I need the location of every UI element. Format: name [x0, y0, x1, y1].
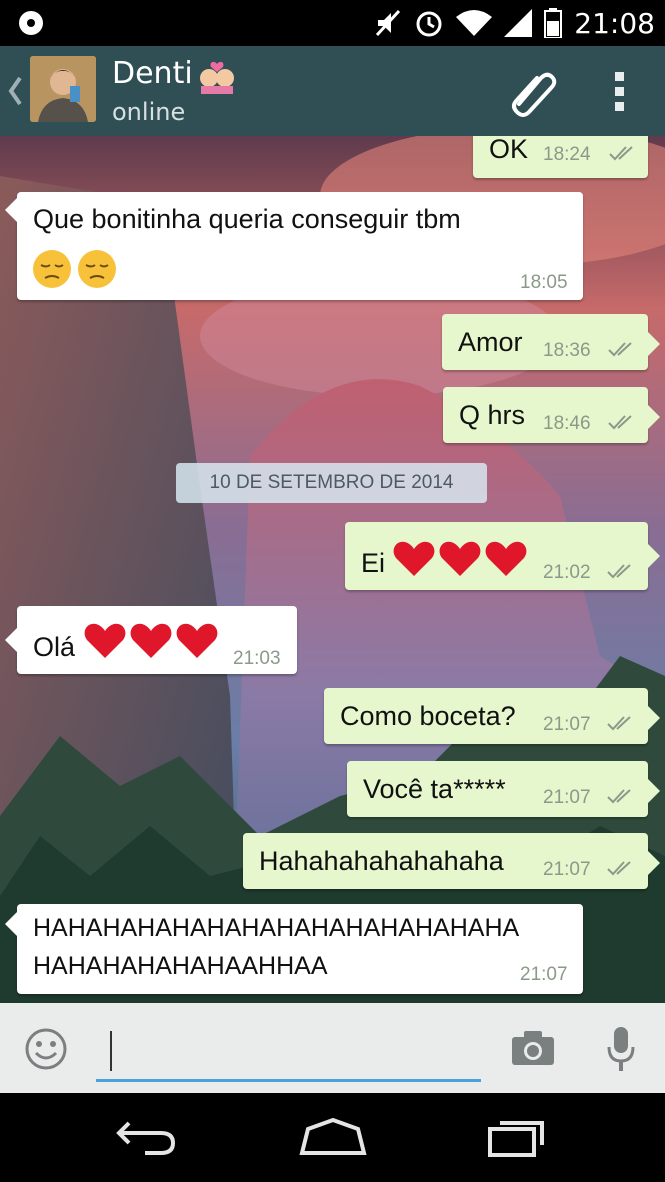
bubble-tail: [5, 912, 17, 936]
bubble-tail: [648, 544, 660, 568]
message-outgoing[interactable]: OK 18:24: [473, 136, 648, 178]
bubble-tail: [648, 779, 660, 803]
vibrate-off-icon: [376, 9, 401, 37]
message-text: Hahahahahahahaha: [259, 846, 504, 876]
double-check-icon: [608, 415, 632, 430]
message-time: 21:07: [543, 787, 591, 808]
message-input[interactable]: [96, 1017, 481, 1082]
pensive-face-emoji-icon: [33, 250, 116, 288]
message-text: Ei: [361, 548, 386, 578]
message-text: Como boceta?: [340, 701, 516, 731]
double-check-icon: [609, 146, 633, 161]
nav-back-icon[interactable]: [115, 1117, 179, 1157]
status-time: 21:08: [574, 6, 655, 40]
message-time: 18:24: [543, 144, 591, 165]
message-outgoing[interactable]: Q hrs 18:46: [443, 387, 660, 443]
message-outgoing[interactable]: Hahahahahahahaha 21:07: [243, 833, 660, 889]
message-outgoing[interactable]: Como boceta? 21:07: [324, 688, 660, 744]
smiley-icon[interactable]: [24, 1027, 68, 1071]
message-outgoing[interactable]: Amor 18:36: [442, 314, 660, 370]
text-caret: [110, 1031, 112, 1071]
message-text: Você ta*****: [363, 774, 506, 804]
bubble-tail: [5, 198, 17, 222]
message-time: 21:07: [543, 859, 591, 880]
paperclip-icon[interactable]: [505, 64, 561, 120]
signal-icon: [504, 9, 533, 37]
heart-emoji-icon: [84, 623, 218, 658]
message-text: HAHAHAHAHAHAHAHAHAHAHAHAHAHA: [33, 914, 520, 942]
double-check-icon: [607, 564, 631, 579]
nav-home-icon[interactable]: [298, 1117, 368, 1157]
overflow-menu-icon[interactable]: [613, 70, 627, 114]
chevron-left-icon[interactable]: [6, 74, 24, 108]
message-text: Q hrs: [459, 400, 526, 430]
nav-recent-icon[interactable]: [486, 1115, 550, 1159]
message-text-line2: HAHAHAHAHAHAAHHAA: [33, 952, 328, 980]
message-incoming[interactable]: Olá 21:03: [5, 606, 297, 674]
message-time: 18:36: [543, 340, 591, 361]
message-text: Olá: [33, 632, 76, 662]
microphone-icon[interactable]: [606, 1025, 636, 1073]
bubble-tail: [648, 851, 660, 875]
message-time: 21:03: [233, 648, 281, 669]
avatar[interactable]: [30, 56, 96, 122]
message-time: 21:02: [543, 562, 591, 583]
bubble-tail: [648, 405, 660, 429]
double-check-icon: [607, 716, 631, 731]
status-bar: 21:08: [0, 0, 665, 46]
compose-bar: [0, 1003, 665, 1093]
message-outgoing[interactable]: Ei 21:02: [345, 522, 660, 590]
bubble-tail: [5, 628, 17, 652]
message-text: Que bonitinha queria conseguir tbm: [33, 204, 461, 234]
couple-heart-emoji-icon: [200, 61, 234, 94]
message-time: 18:46: [543, 413, 591, 434]
camera-icon[interactable]: [510, 1029, 556, 1067]
message-text: Amor: [458, 327, 523, 357]
chat-header[interactable]: Denti online: [0, 46, 665, 136]
notification-icon: [19, 11, 43, 35]
message-time: 21:07: [543, 714, 591, 735]
contact-name: Denti: [112, 56, 193, 91]
bubble-tail: [648, 332, 660, 356]
date-separator: 10 DE SETEMBRO DE 2014: [176, 463, 487, 503]
bubble-tail: [648, 706, 660, 730]
contact-status: online: [112, 98, 186, 126]
chat-area[interactable]: OK 18:24 Que bonitinha queria conseguir …: [0, 136, 665, 1003]
double-check-icon: [607, 789, 631, 804]
battery-icon: [544, 8, 563, 38]
alarm-icon: [416, 11, 442, 37]
double-check-icon: [607, 861, 631, 876]
message-time: 21:07: [520, 964, 568, 985]
message-time: 18:05: [520, 272, 568, 293]
message-text: OK: [489, 136, 529, 164]
message-incoming[interactable]: HAHAHAHAHAHAHAHAHAHAHAHAHAHA HAHAHAHAHAH…: [5, 904, 583, 994]
double-check-icon: [608, 342, 632, 357]
heart-emoji-icon: [393, 541, 527, 576]
message-outgoing[interactable]: Você ta***** 21:07: [347, 761, 660, 817]
navigation-bar: [0, 1093, 665, 1182]
message-incoming[interactable]: Que bonitinha queria conseguir tbm 18:05: [5, 192, 583, 300]
wifi-icon: [456, 10, 493, 36]
